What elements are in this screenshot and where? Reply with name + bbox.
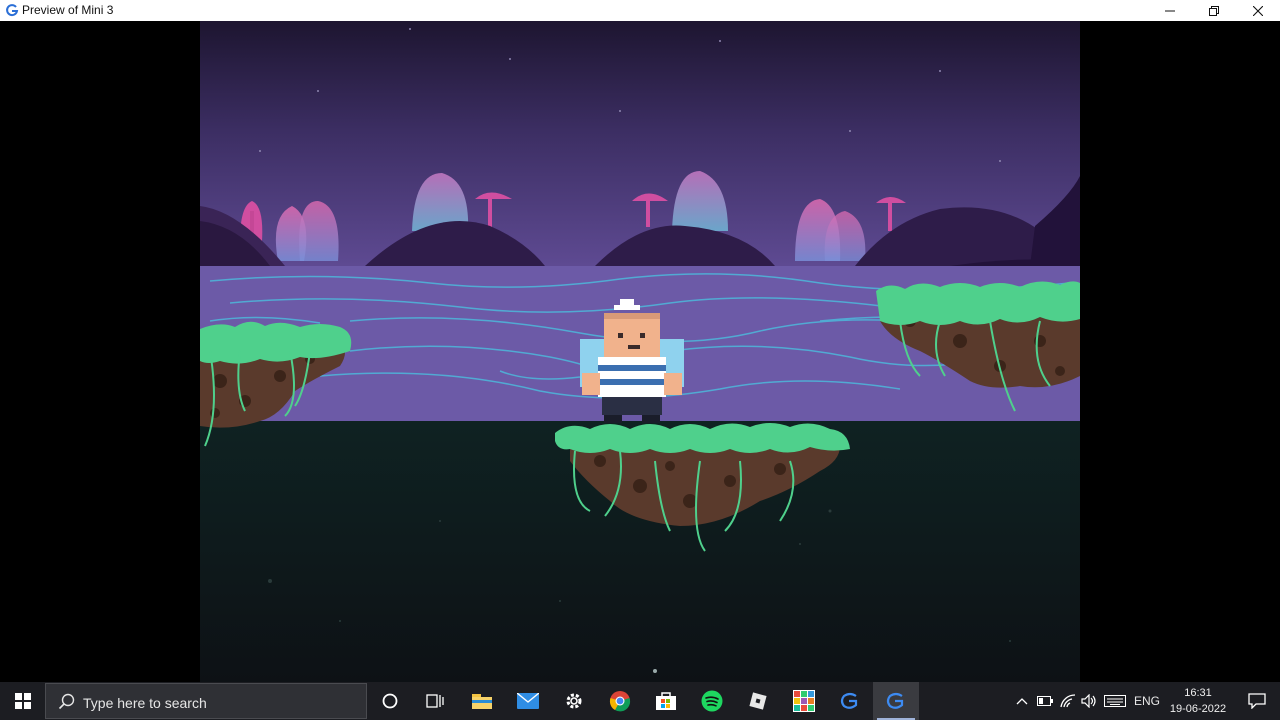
start-button[interactable] [0,682,45,720]
windows-taskbar: Type here to search ENG 16:31 19-06-2022 [0,682,1280,720]
gdevelop-preview-button[interactable] [873,682,919,720]
close-button[interactable] [1236,0,1280,21]
spotify-button[interactable] [689,682,735,720]
game-viewport[interactable] [0,21,1280,682]
store-button[interactable] [643,682,689,720]
file-explorer-button[interactable] [459,682,505,720]
mail-icon [517,693,539,709]
windows-logo-icon [14,693,31,709]
roblox-button[interactable] [735,682,781,720]
clock-date: 19-06-2022 [1169,703,1227,715]
window-title-bar: Preview of Mini 3 [0,0,1280,21]
chrome-button[interactable] [597,682,643,720]
cortana-icon [382,693,398,709]
touch-keyboard-button[interactable] [1102,682,1128,720]
volume-icon [1081,694,1096,708]
search-placeholder: Type here to search [83,695,207,711]
game-scene [200,21,1080,682]
grid-app-icon [793,690,815,712]
task-view-icon [426,694,444,708]
restore-icon [1209,5,1219,16]
minimize-icon [1165,10,1175,11]
spotify-icon [701,690,723,712]
game-canvas[interactable] [200,21,1080,682]
clock-time: 16:31 [1184,687,1212,699]
settings-button[interactable] [551,682,597,720]
window-title: Preview of Mini 3 [22,3,114,17]
roblox-icon [749,692,767,710]
volume-tray-button[interactable] [1078,682,1100,720]
notification-icon [1248,693,1266,709]
wifi-tray-button[interactable] [1058,682,1078,720]
gdevelop-icon [840,692,858,709]
settings-icon [566,693,582,709]
gdevelop-preview-icon [886,692,904,709]
file-explorer-icon [472,694,492,709]
task-view-button[interactable] [412,682,458,720]
gdevelop-app-icon [6,4,19,17]
store-icon [656,692,676,710]
show-hidden-icons-button[interactable] [1012,682,1032,720]
cortana-button[interactable] [367,682,413,720]
input-language-button[interactable]: ENG [1130,682,1164,720]
battery-tray-button[interactable] [1034,682,1056,720]
mail-button[interactable] [505,682,551,720]
taskbar-search-box[interactable]: Type here to search [45,683,367,719]
action-center-button[interactable] [1234,682,1280,720]
search-icon [58,693,75,710]
input-language-label: ENG [1133,694,1160,708]
battery-icon [1037,696,1053,706]
gdevelop-button[interactable] [827,682,873,720]
restore-button[interactable] [1192,0,1236,21]
wifi-icon [1060,694,1076,708]
keyboard-icon [1104,695,1126,707]
chrome-icon [609,691,631,712]
minimize-button[interactable] [1148,0,1192,21]
grid-app-button[interactable] [781,682,827,720]
close-icon [1253,5,1263,16]
chevron-up-icon [1016,698,1028,705]
taskbar-clock[interactable]: 16:31 19-06-2022 [1166,685,1230,717]
